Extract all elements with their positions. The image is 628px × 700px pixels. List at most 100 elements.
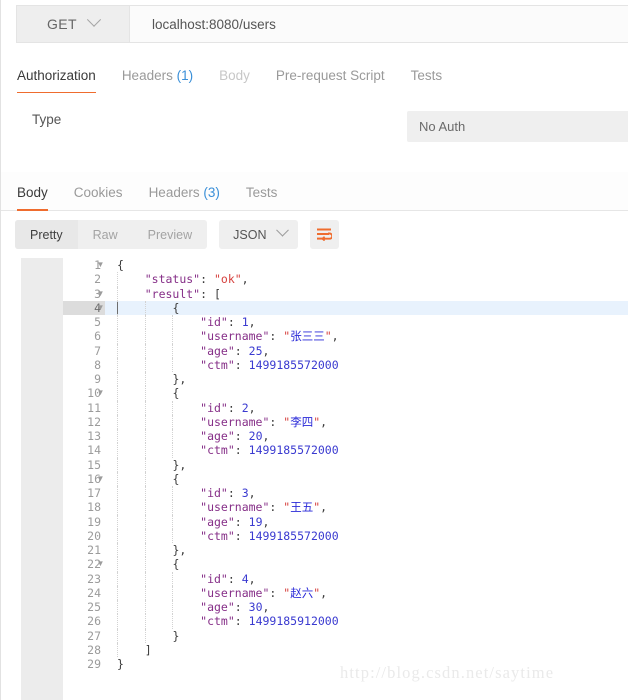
indent-guide (117, 315, 119, 330)
indent-guide (144, 372, 147, 387)
token-p: , (262, 514, 270, 529)
indent-guide (144, 471, 147, 486)
line-number: 23 (87, 571, 101, 586)
indent-guide (117, 443, 119, 458)
indent-guide (144, 429, 147, 444)
view-mode-preview[interactable]: Preview (133, 220, 207, 249)
line-number: 19 (87, 514, 101, 529)
tab-body[interactable]: Body (219, 68, 250, 93)
code-text: "id": 1, (200, 315, 255, 329)
code-line[interactable]: 17 "id": 3, (63, 486, 628, 501)
url-input[interactable]: localhost:8080/users (130, 6, 628, 42)
editor-code-area[interactable]: 1 ▼{2 "status": "ok", 3 ▼ "result": [4 ▼{5 "id"… (63, 258, 628, 700)
code-text: "ctm": 1499185572000 (200, 443, 339, 457)
code-line[interactable]: 18 "username": "王五", (63, 500, 628, 515)
fold-toggle-icon[interactable]: ▼ (96, 386, 105, 400)
code-text: "username": "王五", (200, 500, 327, 514)
tab-headers[interactable]: Headers (1) (122, 68, 193, 93)
code-line[interactable]: 1 ▼{ (63, 258, 628, 272)
tab-count-badge: (1) (172, 68, 194, 83)
wrap-lines-button[interactable] (310, 220, 340, 249)
indent-guide (144, 543, 147, 558)
code-line[interactable]: 27} (63, 628, 628, 643)
response-format-select[interactable]: JSON (219, 220, 299, 249)
view-mode-pretty[interactable]: Pretty (15, 220, 78, 249)
code-line[interactable]: 12 "username": "李四", (63, 414, 628, 429)
token-p: : (234, 443, 249, 458)
indent-guide (144, 571, 147, 586)
code-line[interactable]: 3 ▼ "result": [ (63, 286, 628, 301)
tab-label: Headers (121, 68, 173, 83)
code-line[interactable]: 24 "username": "赵六", (63, 585, 628, 600)
tab-tests[interactable]: Tests (246, 185, 278, 210)
code-line[interactable]: 25 "age": 30, (63, 600, 628, 615)
line-number: 8 (94, 357, 101, 372)
token-k: "result" (144, 286, 201, 301)
indent-guide (144, 343, 147, 358)
code-line[interactable]: 5 "id": 1, (63, 315, 628, 330)
http-method-selector[interactable]: GET (17, 6, 130, 42)
code-text: } (172, 629, 179, 643)
code-line[interactable]: 9}, (63, 372, 628, 387)
editor-gutter (21, 258, 63, 700)
code-line[interactable]: 16 ▼{ (63, 471, 628, 486)
indent-guide (144, 528, 147, 543)
token-p: } (172, 628, 180, 643)
tab-authorization[interactable]: Authorization (17, 68, 96, 94)
tab-headers[interactable]: Headers (3) (149, 185, 220, 210)
code-line[interactable]: 8 "ctm": 1499185572000 (63, 357, 628, 372)
fold-toggle-icon[interactable]: ▼ (96, 472, 105, 486)
fold-toggle-icon[interactable]: ▼ (96, 287, 105, 301)
token-n: 25 (248, 343, 263, 358)
auth-type-select[interactable]: No Auth (407, 111, 628, 142)
code-text: "age": 19, (200, 515, 269, 529)
token-n: 2 (241, 400, 249, 415)
token-n: 3 (241, 486, 249, 500)
tab-body[interactable]: Body (17, 185, 48, 211)
indent-guide (144, 500, 147, 515)
code-line[interactable]: 15}, (63, 457, 628, 472)
tab-pre-request-script[interactable]: Pre-request Script (276, 68, 385, 93)
indent-guide (172, 514, 174, 529)
code-line[interactable]: 14 "ctm": 1499185572000 (63, 443, 628, 458)
indent-guide (117, 414, 119, 429)
code-line[interactable]: 2 "status": "ok", (63, 272, 628, 287)
code-line[interactable]: 19 "age": 19, (63, 514, 628, 529)
token-p: : (234, 528, 249, 543)
indent-guide (172, 500, 174, 515)
line-number: 21 (87, 543, 101, 557)
indent-guide (172, 486, 174, 501)
code-line[interactable]: 13 "age": 20, (63, 429, 628, 444)
code-line[interactable]: 23 "id": 4, (63, 571, 628, 586)
code-line[interactable]: 21}, (63, 543, 628, 558)
auth-type-value: No Auth (419, 119, 466, 134)
token-k: "age" (200, 343, 235, 358)
code-line[interactable]: 28] (63, 642, 628, 657)
code-line[interactable]: 6 "username": "张三三", (63, 329, 628, 344)
code-text: { (172, 301, 179, 315)
fold-toggle-icon[interactable]: ▼ (96, 301, 105, 315)
response-body-editor[interactable]: 1 ▼{2 "status": "ok", 3 ▼ "result": [4 ▼{5 "id"… (21, 258, 628, 700)
fold-toggle-icon[interactable]: ▼ (96, 557, 105, 571)
indent-guide (144, 443, 147, 458)
code-line[interactable]: 11 "id": 2, (63, 400, 628, 415)
token-p: { (172, 386, 180, 401)
token-p: }, (172, 372, 187, 386)
fold-toggle-icon[interactable]: ▼ (96, 258, 105, 272)
tab-tests[interactable]: Tests (411, 68, 443, 93)
tab-label: Tests (245, 185, 278, 200)
indent-guide (144, 357, 147, 372)
code-line[interactable]: 7 "age": 25, (63, 343, 628, 358)
code-line[interactable]: 20 "ctm": 1499185572000 (63, 528, 628, 543)
tab-cookies[interactable]: Cookies (74, 185, 123, 210)
indent-guide (172, 429, 174, 444)
view-mode-raw[interactable]: Raw (78, 220, 133, 249)
code-line[interactable]: 26 "ctm": 1499185912000 (63, 614, 628, 629)
code-line[interactable]: 10 ▼{ (63, 386, 628, 401)
token-p: : (234, 357, 249, 372)
tab-label: Tests (410, 68, 443, 83)
code-line[interactable]: 22 ▼{ (63, 557, 628, 572)
indent-guide (144, 414, 147, 429)
indent-guide (117, 486, 119, 501)
code-line[interactable]: 4 ▼{ (63, 300, 628, 315)
